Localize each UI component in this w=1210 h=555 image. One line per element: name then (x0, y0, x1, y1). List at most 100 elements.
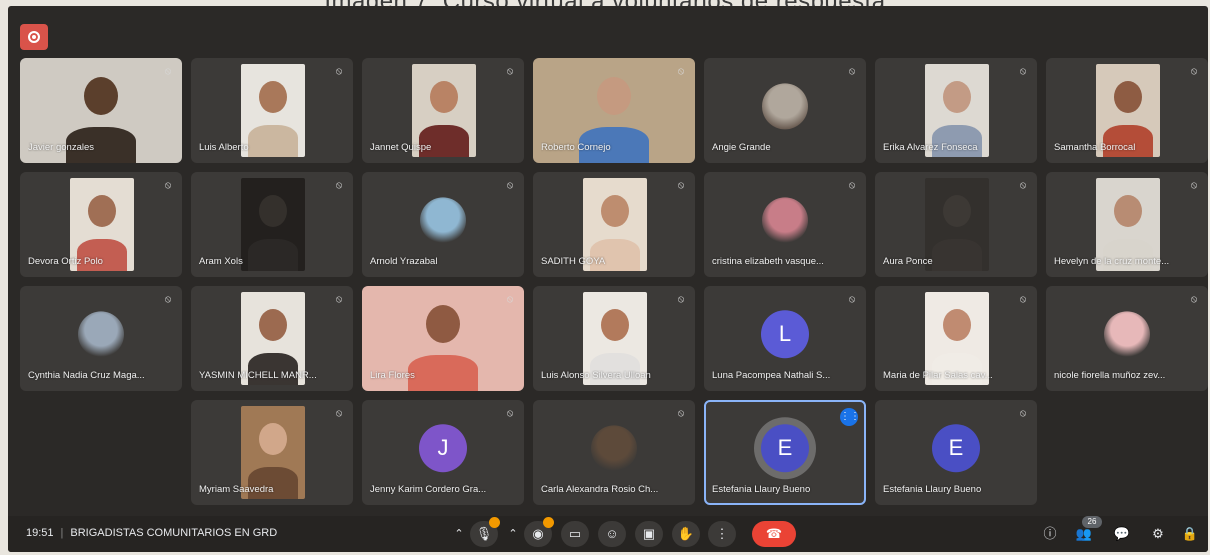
participant-count: 26 (1082, 516, 1102, 528)
avatar-initial: E (932, 423, 980, 472)
participant-tile[interactable]: ⦸ Carla Alexandra Rosio Ch... (533, 400, 695, 505)
mic-off-icon: ⦸ (677, 180, 685, 191)
participant-tile[interactable]: ⦸ Aram Xols (191, 172, 353, 277)
participant-tile[interactable]: ⦸ Cynthia Nadia Cruz Maga... (20, 286, 182, 391)
emoji-icon: ☺ (605, 526, 619, 541)
participant-tile[interactable]: ⦸ Myriam Saavedra (191, 400, 353, 505)
participant-tile[interactable]: ⦸ Arnold Yrazabal (362, 172, 524, 277)
mic-off-icon: ⦸ (164, 294, 172, 305)
captions-button[interactable]: ▭ (561, 521, 589, 547)
leave-call-button[interactable]: ☎ (752, 521, 796, 547)
warning-badge (489, 517, 500, 528)
participant-name: Aura Ponce (883, 256, 933, 267)
avatar-initial: L (761, 309, 809, 358)
reactions-button[interactable]: ☺ (598, 521, 626, 547)
participant-tile[interactable]: ⦸ nicole fiorella muñoz zev... (1046, 286, 1208, 391)
participant-tile[interactable]: ⦸ Luis Alberto (191, 58, 353, 163)
mic-off-icon: ⦸ (1190, 294, 1198, 305)
mic-off-icon: ⦸ (506, 294, 514, 305)
bottom-toolbar: 19:51 | BRIGADISTAS COMUNITARIOS EN GRD ⌃ … (8, 516, 1208, 552)
participant-name: Maria de Pilar Salas cav... (883, 370, 993, 381)
avatar-initial: E (761, 423, 809, 472)
participant-name: Carla Alexandra Rosio Ch... (541, 484, 659, 495)
participant-name: Samantha Borrocal (1054, 142, 1136, 153)
participant-name: SADITH GOYA (541, 256, 606, 267)
more-vert-icon: ⋮ (715, 526, 729, 541)
profile-photo (762, 82, 808, 129)
recording-icon (20, 24, 48, 50)
mic-off-icon: ⦸ (506, 408, 514, 419)
participant-tile[interactable]: ⦸ Javier gonzales (20, 58, 182, 163)
participant-name: Luna Pacompea Nathali S... (712, 370, 831, 381)
mic-off-icon: ⦸ (335, 294, 343, 305)
participant-tile[interactable]: ⦸ Devora Ortiz Polo (20, 172, 182, 277)
mic-off-icon: ⦸ (1019, 408, 1027, 419)
warning-badge (543, 517, 554, 528)
participant-tile[interactable]: ⦸ Jannet Quispe (362, 58, 524, 163)
mic-off-icon: ⦸ (1019, 180, 1027, 191)
participant-name: Jenny Karim Cordero Gra... (370, 484, 487, 495)
participant-name: Estefania Llaury Bueno (883, 484, 982, 495)
participant-name: Cynthia Nadia Cruz Maga... (28, 370, 145, 381)
present-button[interactable]: ▣ (635, 521, 663, 547)
participant-name: Erika Alvarez Fonseca (883, 142, 978, 153)
mic-off-icon: ⦸ (677, 294, 685, 305)
captions-icon: ▭ (568, 526, 582, 541)
mic-off-icon: ⦸ (677, 408, 685, 419)
participant-name: Luis Alonso Silvera Ulloan (541, 370, 651, 381)
more-options-button[interactable]: ⋮ (708, 521, 736, 547)
chat-icon[interactable]: 💬 (1112, 524, 1132, 544)
mic-off-icon: ⦸ (506, 66, 514, 77)
raise-hand-button[interactable]: ✋ (672, 521, 700, 547)
mic-off-icon: ⦸ (677, 66, 685, 77)
mic-off-icon: ⦸ (848, 66, 856, 77)
avatar-initial: J (419, 423, 467, 472)
participant-tile[interactable]: ⦸ Aura Ponce (875, 172, 1037, 277)
mic-off-icon: ⦸ (848, 294, 856, 305)
participant-tile[interactable]: ⦸ Hevelyn de la cruz monte... (1046, 172, 1208, 277)
participant-tile[interactable]: ⦸ Erika Alvarez Fonseca (875, 58, 1037, 163)
hand-icon: ✋ (677, 526, 695, 541)
speaking-indicator-icon: ⋮⋮ (840, 408, 860, 426)
participant-name: Myriam Saavedra (199, 484, 274, 495)
participant-name: cristina elizabeth vasque... (712, 256, 824, 267)
participant-tile[interactable]: L ⦸ Luna Pacompea Nathali S... (704, 286, 866, 391)
camera-button[interactable]: ◉ (524, 517, 554, 547)
profile-photo (420, 196, 466, 243)
participant-tile[interactable]: ⦸ cristina elizabeth vasque... (704, 172, 866, 277)
profile-photo (1104, 310, 1150, 357)
mic-off-icon: ⦸ (506, 180, 514, 191)
participant-tile[interactable]: ⦸ Lira Flores (362, 286, 524, 391)
chevron-up-icon[interactable]: ⌃ (504, 521, 522, 547)
participant-name: Roberto Cornejo (541, 142, 611, 153)
participant-tile[interactable]: ⦸ Maria de Pilar Salas cav... (875, 286, 1037, 391)
participant-tile[interactable]: ⦸ Luis Alonso Silvera Ulloan (533, 286, 695, 391)
participant-tile[interactable]: E ⦸ Estefania Llaury Bueno (875, 400, 1037, 505)
participant-tile[interactable]: ⦸ Roberto Cornejo (533, 58, 695, 163)
mic-off-icon: ⦸ (848, 180, 856, 191)
participant-name: Lira Flores (370, 370, 415, 381)
participant-tile[interactable]: ⦸ YASMIN MICHELL MANR... (191, 286, 353, 391)
chevron-up-icon[interactable]: ⌃ (450, 521, 468, 547)
mic-button[interactable]: 🎙 (470, 517, 500, 547)
mic-off-icon: ⦸ (335, 408, 343, 419)
people-button[interactable]: 👥 26 (1074, 516, 1102, 544)
host-controls-icon[interactable]: 🔒 (1180, 524, 1200, 544)
participant-tile[interactable]: ⦸ Samantha Borrocal (1046, 58, 1208, 163)
profile-photo (78, 310, 124, 357)
mic-off-icon: ⦸ (335, 66, 343, 77)
info-icon[interactable]: ⓘ (1040, 524, 1060, 544)
profile-photo (762, 196, 808, 243)
participant-name: Estefania Llaury Bueno (712, 484, 811, 495)
participant-tile[interactable]: ⦸ SADITH GOYA (533, 172, 695, 277)
participant-tile[interactable]: ⦸ Angie Grande (704, 58, 866, 163)
camera-icon: ◉ (532, 526, 544, 541)
mic-off-icon: ⦸ (1019, 294, 1027, 305)
participant-name: Hevelyn de la cruz monte... (1054, 256, 1170, 267)
activities-icon[interactable]: ⚙ (1148, 524, 1168, 544)
meeting-details[interactable]: 19:51 | BRIGADISTAS COMUNITARIOS EN GRD (26, 527, 277, 539)
meeting-title: BRIGADISTAS COMUNITARIOS EN GRD (70, 527, 278, 539)
participant-tile[interactable]: J ⦸ Jenny Karim Cordero Gra... (362, 400, 524, 505)
participant-tile[interactable]: E ⋮⋮ Estefania Llaury Bueno (704, 400, 866, 505)
participant-name: Aram Xols (199, 256, 243, 267)
